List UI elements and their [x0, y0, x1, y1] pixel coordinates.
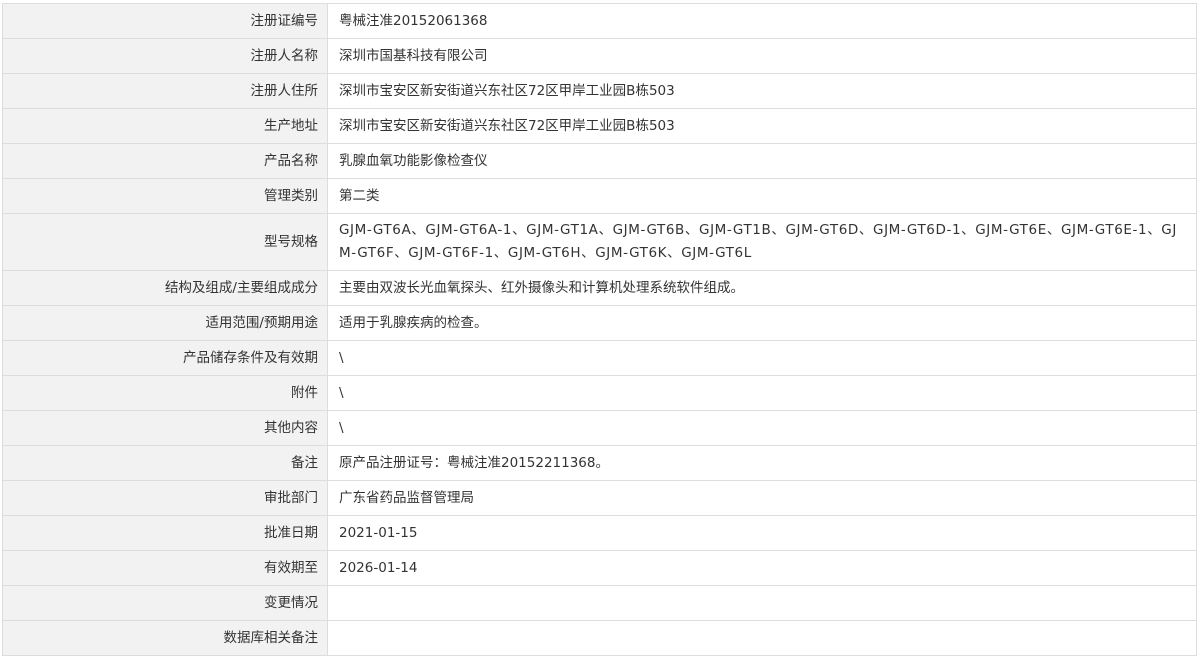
- registration-detail-panel: 注册证编号 粤械注准20152061368 注册人名称 深圳市国基科技有限公司 …: [2, 3, 1197, 656]
- value-db-remark: [327, 620, 1197, 656]
- value-attachment: \: [327, 375, 1197, 411]
- row-valid-until: 有效期至 2026-01-14: [2, 550, 1197, 586]
- row-product-name: 产品名称 乳腺血氧功能影像检查仪: [2, 143, 1197, 179]
- value-models: GJM-GT6A、GJM-GT6A-1、GJM-GT1A、GJM-GT6B、GJ…: [327, 213, 1197, 271]
- value-changes: [327, 585, 1197, 621]
- row-registrant-address: 注册人住所 深圳市宝安区新安街道兴东社区72区甲岸工业园B栋503: [2, 73, 1197, 109]
- row-other: 其他内容 \: [2, 410, 1197, 446]
- row-models: 型号规格 GJM-GT6A、GJM-GT6A-1、GJM-GT1A、GJM-GT…: [2, 213, 1197, 271]
- row-registrant: 注册人名称 深圳市国基科技有限公司: [2, 38, 1197, 74]
- label-scope: 适用范围/预期用途: [2, 305, 328, 341]
- label-registrant: 注册人名称: [2, 38, 328, 74]
- value-valid-until: 2026-01-14: [327, 550, 1197, 586]
- value-storage: \: [327, 340, 1197, 376]
- label-valid-until: 有效期至: [2, 550, 328, 586]
- label-registrant-address: 注册人住所: [2, 73, 328, 109]
- value-category: 第二类: [327, 178, 1197, 214]
- row-remark: 备注 原产品注册证号：粤械注准20152211368。: [2, 445, 1197, 481]
- value-approval-date: 2021-01-15: [327, 515, 1197, 551]
- value-product-name: 乳腺血氧功能影像检查仪: [327, 143, 1197, 179]
- label-remark: 备注: [2, 445, 328, 481]
- table-body: 注册证编号 粤械注准20152061368 注册人名称 深圳市国基科技有限公司 …: [2, 3, 1197, 656]
- row-production-address: 生产地址 深圳市宝安区新安街道兴东社区72区甲岸工业园B栋503: [2, 108, 1197, 144]
- row-changes: 变更情况: [2, 585, 1197, 621]
- value-production-address: 深圳市宝安区新安街道兴东社区72区甲岸工业园B栋503: [327, 108, 1197, 144]
- value-other: \: [327, 410, 1197, 446]
- row-storage: 产品储存条件及有效期 \: [2, 340, 1197, 376]
- row-structure: 结构及组成/主要组成成分 主要由双波长光血氧探头、红外摄像头和计算机处理系统软件…: [2, 270, 1197, 306]
- row-category: 管理类别 第二类: [2, 178, 1197, 214]
- label-product-name: 产品名称: [2, 143, 328, 179]
- label-storage: 产品储存条件及有效期: [2, 340, 328, 376]
- label-models: 型号规格: [2, 213, 328, 271]
- row-db-remark: 数据库相关备注: [2, 620, 1197, 656]
- label-category: 管理类别: [2, 178, 328, 214]
- label-structure: 结构及组成/主要组成成分: [2, 270, 328, 306]
- label-db-remark: 数据库相关备注: [2, 620, 328, 656]
- value-registrant-address: 深圳市宝安区新安街道兴东社区72区甲岸工业园B栋503: [327, 73, 1197, 109]
- label-other: 其他内容: [2, 410, 328, 446]
- row-reg-no: 注册证编号 粤械注准20152061368: [2, 3, 1197, 39]
- value-registrant: 深圳市国基科技有限公司: [327, 38, 1197, 74]
- label-production-address: 生产地址: [2, 108, 328, 144]
- label-reg-no: 注册证编号: [2, 3, 328, 39]
- label-approval-date: 批准日期: [2, 515, 328, 551]
- label-attachment: 附件: [2, 375, 328, 411]
- registration-detail-table: 注册证编号 粤械注准20152061368 注册人名称 深圳市国基科技有限公司 …: [2, 3, 1197, 656]
- value-structure: 主要由双波长光血氧探头、红外摄像头和计算机处理系统软件组成。: [327, 270, 1197, 306]
- label-approval-dept: 审批部门: [2, 480, 328, 516]
- row-attachment: 附件 \: [2, 375, 1197, 411]
- value-reg-no: 粤械注准20152061368: [327, 3, 1197, 39]
- row-approval-dept: 审批部门 广东省药品监督管理局: [2, 480, 1197, 516]
- value-approval-dept: 广东省药品监督管理局: [327, 480, 1197, 516]
- row-scope: 适用范围/预期用途 适用于乳腺疾病的检查。: [2, 305, 1197, 341]
- value-remark: 原产品注册证号：粤械注准20152211368。: [327, 445, 1197, 481]
- row-approval-date: 批准日期 2021-01-15: [2, 515, 1197, 551]
- value-scope: 适用于乳腺疾病的检查。: [327, 305, 1197, 341]
- label-changes: 变更情况: [2, 585, 328, 621]
